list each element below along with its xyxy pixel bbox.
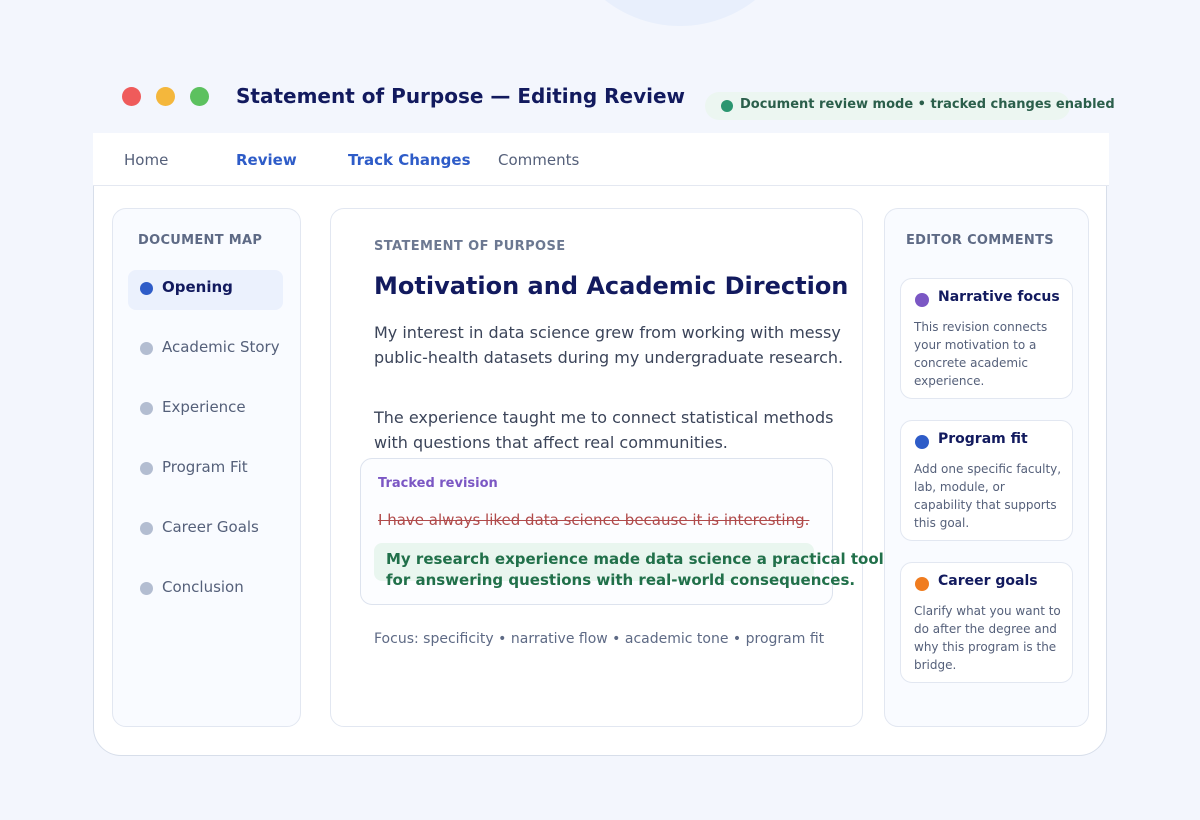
deleted-text[interactable]: I have always liked data science because… bbox=[378, 511, 809, 529]
tab-home[interactable]: Home bbox=[124, 151, 168, 169]
inserted-text[interactable]: My research experience made data science… bbox=[386, 549, 886, 591]
comment-body: This revision connects your motivation t… bbox=[914, 320, 1048, 388]
sidebar-item-label: Academic Story bbox=[162, 338, 280, 356]
section-dot-icon bbox=[140, 582, 153, 595]
sidebar-item-program-fit[interactable]: Program Fit bbox=[128, 450, 283, 490]
section-dot-icon bbox=[140, 462, 153, 475]
sidebar-item-opening[interactable]: Opening bbox=[128, 270, 283, 310]
document-eyebrow: STATEMENT OF PURPOSE bbox=[374, 239, 566, 254]
comment-card-narrative-focus[interactable]: Narrative focus This revision connects y… bbox=[900, 278, 1073, 399]
minimize-window-button[interactable] bbox=[156, 87, 175, 106]
comment-title: Narrative focus bbox=[938, 289, 1060, 305]
comment-dot-icon bbox=[915, 577, 929, 591]
sidebar-item-label: Experience bbox=[162, 398, 246, 416]
document-paragraph: The experience taught me to connect stat… bbox=[374, 408, 834, 452]
document-map-heading: DOCUMENT MAP bbox=[138, 233, 263, 248]
status-dot-icon bbox=[721, 100, 733, 112]
window-title: Statement of Purpose — Editing Review bbox=[236, 84, 686, 108]
close-window-button[interactable] bbox=[122, 87, 141, 106]
comment-card-program-fit[interactable]: Program fit Add one specific faculty, la… bbox=[900, 420, 1073, 541]
section-dot-icon bbox=[140, 402, 153, 415]
sidebar-item-career-goals[interactable]: Career Goals bbox=[128, 510, 283, 550]
tab-track-changes[interactable]: Track Changes bbox=[348, 151, 471, 169]
sidebar-item-label: Career Goals bbox=[162, 518, 259, 536]
status-text: Document review mode • tracked changes e… bbox=[740, 97, 1115, 112]
section-dot-icon bbox=[140, 342, 153, 355]
comment-dot-icon bbox=[915, 435, 929, 449]
sidebar-item-conclusion[interactable]: Conclusion bbox=[128, 570, 283, 610]
comment-body: Clarify what you want to do after the de… bbox=[914, 604, 1061, 672]
tracked-revision-label: Tracked revision bbox=[378, 476, 498, 491]
section-dot-icon bbox=[140, 282, 153, 295]
editor-comments-heading: EDITOR COMMENTS bbox=[906, 233, 1054, 248]
background-decoration bbox=[560, 0, 800, 26]
sidebar-item-label: Program Fit bbox=[162, 458, 248, 476]
document-paragraph: My interest in data science grew from wo… bbox=[374, 323, 844, 367]
comment-card-career-goals[interactable]: Career goals Clarify what you want to do… bbox=[900, 562, 1073, 683]
comment-title: Program fit bbox=[938, 431, 1028, 447]
comment-dot-icon bbox=[915, 293, 929, 307]
comment-title: Career goals bbox=[938, 573, 1038, 589]
document-heading: Motivation and Academic Direction bbox=[374, 272, 849, 300]
comment-body: Add one specific faculty, lab, module, o… bbox=[914, 462, 1062, 530]
sidebar-item-academic-story[interactable]: Academic Story bbox=[128, 330, 283, 370]
section-dot-icon bbox=[140, 522, 153, 535]
focus-tags: Focus: specificity • narrative flow • ac… bbox=[374, 631, 825, 647]
sidebar-item-experience[interactable]: Experience bbox=[128, 390, 283, 430]
tab-review[interactable]: Review bbox=[236, 151, 297, 169]
sidebar-item-label: Opening bbox=[162, 278, 233, 296]
sidebar-item-label: Conclusion bbox=[162, 578, 244, 596]
maximize-window-button[interactable] bbox=[190, 87, 209, 106]
tab-comments[interactable]: Comments bbox=[498, 151, 579, 169]
